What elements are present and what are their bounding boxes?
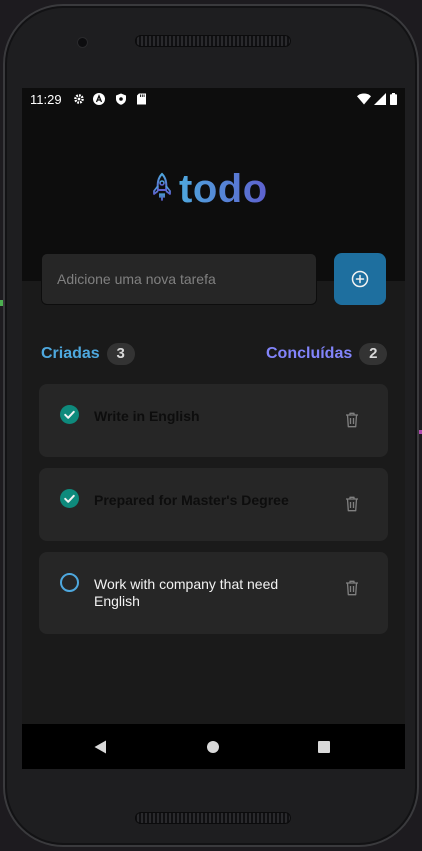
task-card: Prepared for Master's Degree (39, 468, 388, 541)
task-text: Write in English (94, 408, 200, 424)
app-screen: 11:29 todo Adicione uma nova tarefa Cria… (22, 88, 405, 769)
created-label: Criadas (41, 345, 100, 362)
task-card: Work with company that need English (39, 552, 388, 634)
checked-circle-icon[interactable] (60, 405, 79, 424)
trash-icon[interactable] (345, 496, 359, 512)
add-task-button[interactable] (334, 253, 386, 305)
task-text: Prepared for Master's Degree (94, 492, 289, 508)
trash-icon[interactable] (345, 580, 359, 596)
shield-icon (116, 93, 126, 105)
new-task-placeholder: Adicione uma nova tarefa (57, 271, 216, 287)
done-counter: Concluídas 2 (266, 343, 388, 365)
sd-card-icon (137, 93, 146, 105)
bottom-speaker (135, 812, 291, 824)
new-task-input[interactable]: Adicione uma nova tarefa (41, 253, 317, 305)
trash-icon[interactable] (345, 412, 359, 428)
home-icon[interactable] (207, 741, 219, 753)
checked-circle-icon[interactable] (60, 489, 79, 508)
a-badge-icon (93, 93, 105, 105)
recents-icon[interactable] (318, 741, 330, 753)
done-label: Concluídas (266, 345, 353, 362)
battery-icon (390, 93, 397, 105)
done-count-badge: 2 (359, 343, 388, 365)
task-card: Write in English (39, 384, 388, 457)
signal-icon (374, 93, 386, 105)
front-camera (78, 38, 87, 47)
top-speaker (135, 35, 291, 47)
created-count-badge: 3 (106, 343, 135, 365)
status-time: 11:29 (30, 92, 62, 107)
plus-circle-icon (351, 270, 369, 288)
wifi-icon (357, 93, 371, 105)
rocket-icon (153, 172, 171, 201)
unchecked-circle-icon[interactable] (60, 573, 79, 592)
system-nav-bar (22, 724, 405, 769)
phone-frame: 11:29 todo Adicione uma nova tarefa Cria… (3, 4, 419, 847)
status-bar: 11:29 (22, 88, 405, 112)
created-counter: Criadas 3 (41, 343, 135, 365)
back-icon[interactable] (94, 740, 107, 754)
logo-text: todo (179, 167, 268, 211)
settings-icon (74, 94, 84, 104)
app-logo: todo (151, 169, 268, 209)
task-text: Work with company that need English (94, 576, 279, 609)
